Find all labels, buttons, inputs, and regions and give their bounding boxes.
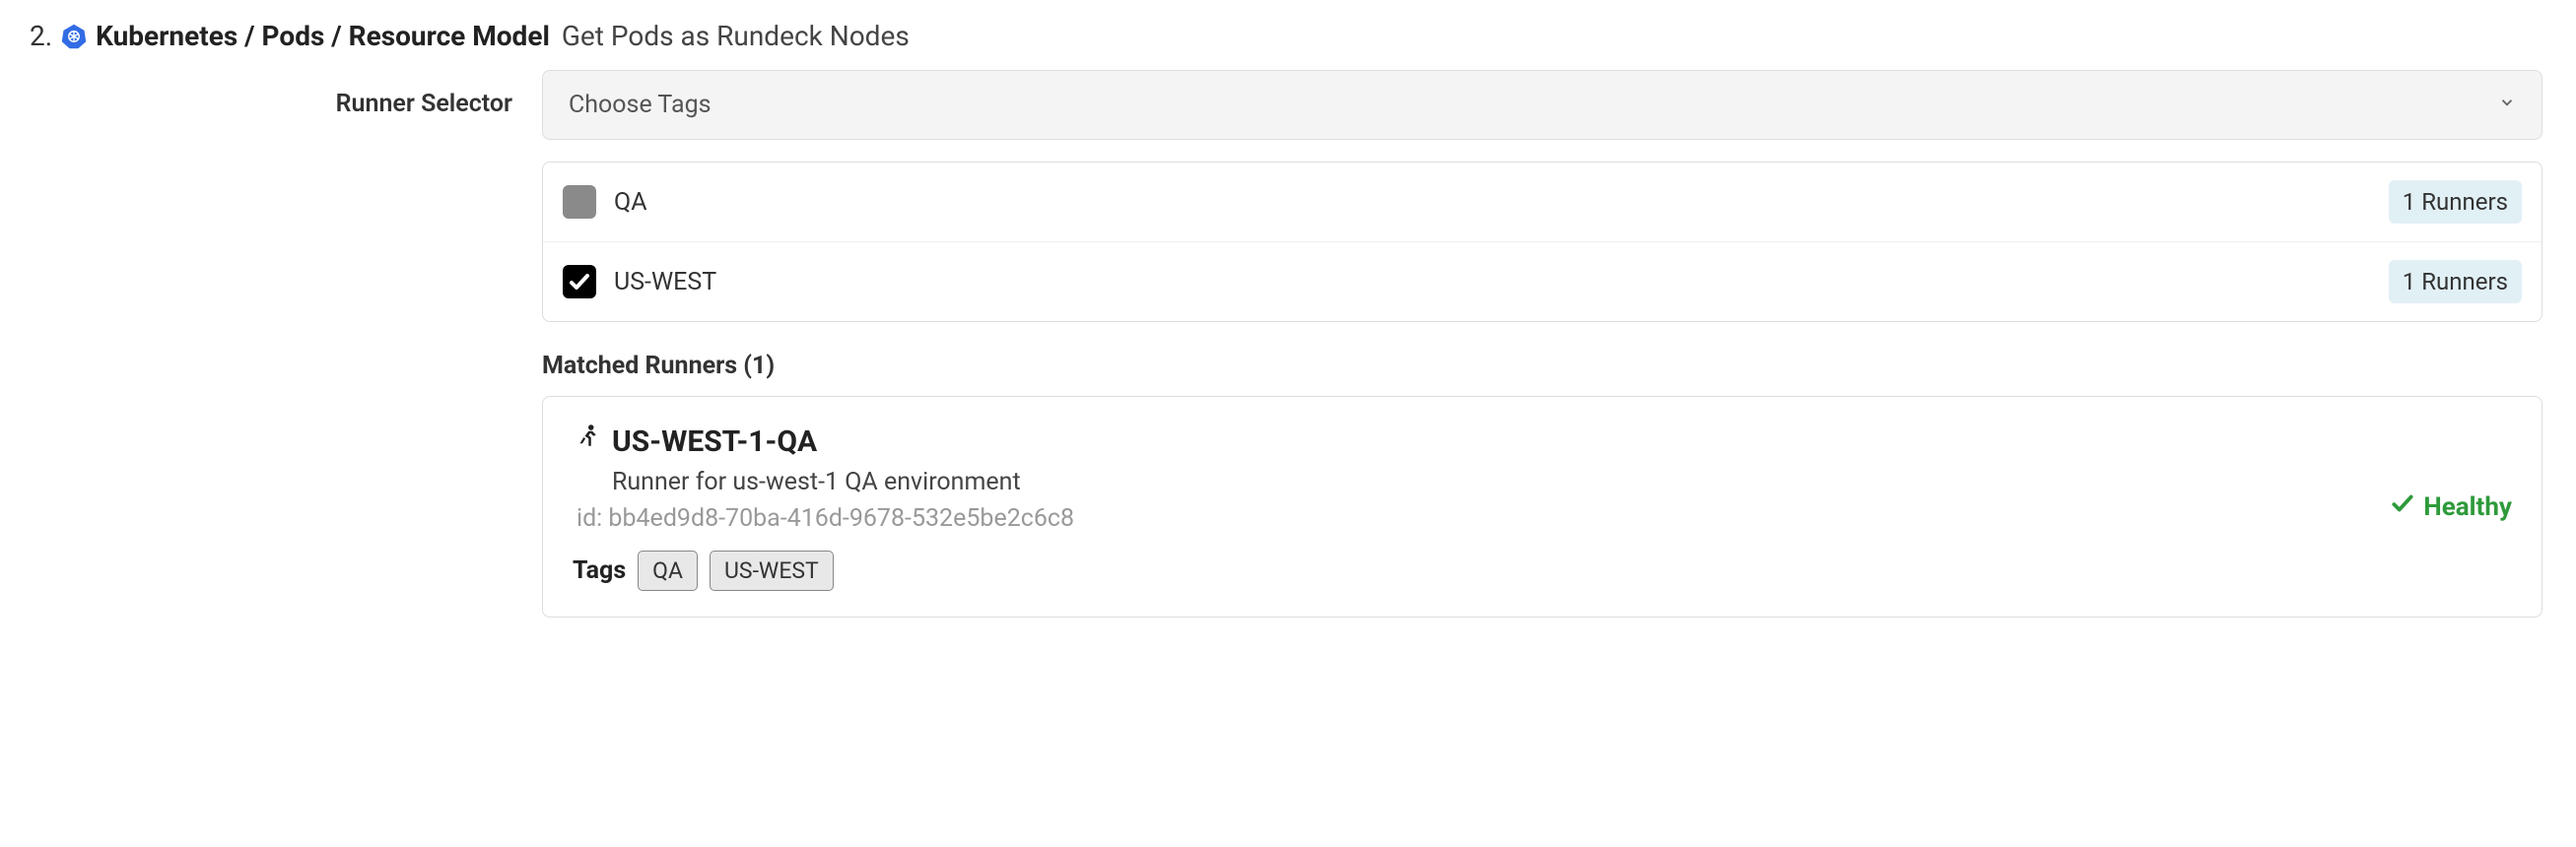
tag-chip-qa: QA [638, 551, 698, 591]
checkbox-checked-icon[interactable] [563, 265, 596, 298]
choose-tags-dropdown[interactable]: Choose Tags [542, 70, 2542, 140]
kubernetes-icon [60, 23, 88, 50]
breadcrumb-path: Kubernetes / Pods / Resource Model [96, 20, 550, 52]
tag-item-qa[interactable]: QA 1 Runners [543, 163, 2542, 242]
step-header: 2. Kubernetes / Pods / Resource Model Ge… [30, 20, 2546, 52]
running-person-icon [573, 423, 602, 460]
breadcrumb-desc: Get Pods as Rundeck Nodes [562, 20, 910, 52]
field-label: Runner Selector [30, 70, 512, 118]
tag-chip-us-west: US-WEST [710, 551, 834, 591]
chevron-down-icon [2498, 94, 2516, 116]
matched-runners-title: Matched Runners (1) [542, 352, 2542, 380]
dropdown-placeholder: Choose Tags [569, 91, 712, 119]
check-icon [2390, 490, 2415, 523]
runner-tags-row: Tags QA US-WEST [573, 551, 2390, 591]
runner-count-badge: 1 Runners [2389, 180, 2522, 224]
step-number: 2. [30, 20, 52, 52]
tags-label: Tags [573, 556, 626, 585]
tag-list: QA 1 Runners US-WEST 1 Runners [542, 162, 2542, 322]
health-label: Healthy [2423, 492, 2512, 522]
tag-item-us-west[interactable]: US-WEST 1 Runners [543, 242, 2542, 321]
runner-description: Runner for us-west-1 QA environment [612, 468, 2390, 496]
runner-count-badge: 1 Runners [2389, 260, 2522, 303]
runner-name: US-WEST-1-QA [612, 424, 817, 459]
runner-id: id: bb4ed9d8-70ba-416d-9678-532e5be2c6c8 [576, 504, 2390, 533]
tag-name: US-WEST [614, 268, 2389, 296]
health-status: Healthy [2390, 490, 2512, 523]
tag-name: QA [614, 188, 2389, 217]
checkbox-unchecked-icon[interactable] [563, 185, 596, 219]
runner-card: US-WEST-1-QA Runner for us-west-1 QA env… [542, 396, 2542, 618]
